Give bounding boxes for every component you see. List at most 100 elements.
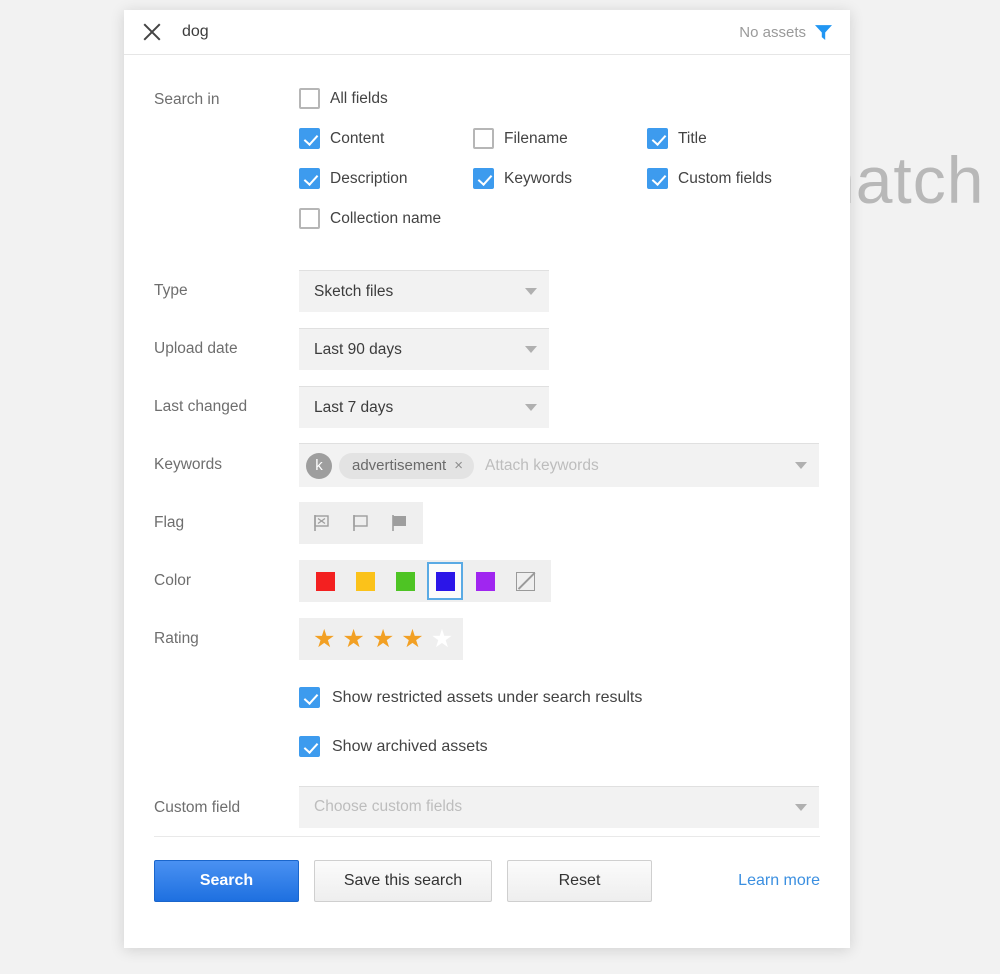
color-swatch-purple[interactable] bbox=[467, 562, 503, 600]
advanced-search-dialog: dog No assets Search in All fields Conte… bbox=[124, 10, 850, 948]
flag-flagged-icon[interactable] bbox=[383, 506, 417, 540]
keyword-chip-remove-icon[interactable]: × bbox=[454, 457, 463, 474]
flag-rejected-icon-svg bbox=[314, 515, 329, 531]
color-swatch-purple-chip bbox=[475, 571, 495, 591]
checkbox-filename[interactable]: Filename bbox=[473, 128, 647, 149]
checkbox-description[interactable]: Description bbox=[299, 168, 473, 189]
rating-stars: ★ ★ ★ ★ ★ bbox=[299, 618, 463, 660]
filter-fields-section: Type Sketch files Upload date Last 90 da… bbox=[154, 265, 820, 665]
options-toggle-section: Show restricted assets under search resu… bbox=[154, 687, 820, 757]
chevron-down-icon bbox=[525, 346, 537, 353]
checkbox-title[interactable]: Title bbox=[647, 128, 820, 149]
checkbox-custom-fields[interactable]: Custom fields bbox=[647, 168, 820, 189]
last-changed-label: Last changed bbox=[154, 398, 248, 415]
checkbox-collection-name-label: Collection name bbox=[330, 209, 442, 227]
checkbox-custom-fields-label: Custom fields bbox=[678, 169, 772, 187]
checkbox-show-restricted-assets-box[interactable] bbox=[299, 687, 320, 708]
keyword-chip[interactable]: advertisement × bbox=[339, 452, 474, 479]
close-icon[interactable] bbox=[141, 21, 163, 43]
color-swatch-green-chip bbox=[395, 571, 415, 591]
keywords-select[interactable]: k advertisement × Attach keywords bbox=[299, 443, 819, 487]
custom-field-placeholder: Choose custom fields bbox=[314, 798, 463, 815]
assets-status-text: No assets bbox=[739, 23, 806, 41]
upload-date-select-value: Last 90 days bbox=[314, 340, 402, 358]
reset-button[interactable]: Reset bbox=[507, 860, 652, 902]
checkbox-content-box[interactable] bbox=[299, 128, 320, 149]
checkbox-keywords-box[interactable] bbox=[473, 168, 494, 189]
checkbox-description-label: Description bbox=[330, 169, 408, 187]
flag-label: Flag bbox=[154, 514, 185, 531]
color-swatch-green[interactable] bbox=[387, 562, 423, 600]
last-changed-select-value: Last 7 days bbox=[314, 398, 394, 416]
keywords-placeholder: Attach keywords bbox=[484, 456, 599, 474]
color-swatch-none[interactable] bbox=[507, 562, 543, 600]
keyword-chip-label: advertisement bbox=[352, 457, 447, 474]
funnel-icon-svg bbox=[815, 24, 832, 40]
checkbox-all-fields[interactable]: All fields bbox=[299, 88, 473, 109]
chevron-down-icon bbox=[795, 803, 807, 811]
checkbox-all-fields-box[interactable] bbox=[299, 88, 320, 109]
type-select[interactable]: Sketch files bbox=[299, 270, 549, 312]
checkbox-filename-box[interactable] bbox=[473, 128, 494, 149]
last-changed-row: Last changed Last 7 days bbox=[154, 381, 820, 433]
type-label: Type bbox=[154, 282, 188, 299]
learn-more-link[interactable]: Learn more bbox=[738, 872, 820, 890]
star-icon-3[interactable]: ★ bbox=[372, 626, 394, 652]
custom-field-label: Custom field bbox=[154, 799, 241, 816]
save-this-search-button[interactable]: Save this search bbox=[314, 860, 492, 902]
keywords-label: Keywords bbox=[154, 456, 223, 473]
flag-unflagged-icon[interactable] bbox=[344, 506, 378, 540]
checkbox-content-label: Content bbox=[330, 129, 385, 147]
chevron-down-icon bbox=[795, 462, 807, 469]
color-label: Color bbox=[154, 572, 192, 589]
checkbox-show-archived-assets-box[interactable] bbox=[299, 736, 320, 757]
custom-field-select[interactable]: Choose custom fields bbox=[299, 785, 819, 828]
flag-flagged-icon-svg bbox=[392, 515, 406, 531]
chevron-down-icon bbox=[525, 288, 537, 295]
checkbox-collection-name-box[interactable] bbox=[299, 208, 320, 229]
search-in-fields: All fields Content Filename Title Descri… bbox=[299, 88, 820, 229]
checkbox-keywords[interactable]: Keywords bbox=[473, 168, 647, 189]
chevron-down-icon bbox=[525, 404, 537, 411]
type-select-value: Sketch files bbox=[314, 282, 394, 300]
checkbox-keywords-label: Keywords bbox=[504, 169, 573, 187]
rating-row: Rating ★ ★ ★ ★ ★ bbox=[154, 613, 820, 665]
upload-date-select[interactable]: Last 90 days bbox=[299, 328, 549, 370]
checkbox-title-label: Title bbox=[678, 129, 707, 147]
star-icon-1[interactable]: ★ bbox=[313, 626, 335, 652]
checkbox-collection-name[interactable]: Collection name bbox=[299, 208, 473, 229]
rating-label: Rating bbox=[154, 630, 199, 647]
search-button[interactable]: Search bbox=[154, 860, 299, 902]
header-right-group: No assets bbox=[739, 24, 832, 41]
flag-unflagged-icon-svg bbox=[353, 515, 368, 531]
star-icon-2[interactable]: ★ bbox=[342, 626, 364, 652]
search-query-text: dog bbox=[182, 23, 209, 40]
checkbox-show-restricted-assets[interactable]: Show restricted assets under search resu… bbox=[299, 687, 820, 708]
color-swatch-red-chip bbox=[315, 571, 335, 591]
no-color-icon bbox=[515, 571, 535, 591]
star-icon-5[interactable]: ★ bbox=[431, 626, 453, 652]
color-swatch-red[interactable] bbox=[307, 562, 343, 600]
upload-date-label: Upload date bbox=[154, 340, 238, 357]
checkbox-show-archived-assets[interactable]: Show archived assets bbox=[299, 736, 820, 757]
checkbox-filename-label: Filename bbox=[504, 129, 568, 147]
funnel-icon[interactable] bbox=[815, 24, 832, 41]
star-icon-4[interactable]: ★ bbox=[401, 626, 423, 652]
checkbox-title-box[interactable] bbox=[647, 128, 668, 149]
search-in-grid: Content Filename Title Description Keywo… bbox=[299, 128, 820, 229]
keyword-source-avatar: k bbox=[306, 452, 332, 479]
checkbox-show-restricted-assets-label: Show restricted assets under search resu… bbox=[332, 688, 643, 706]
checkbox-custom-fields-box[interactable] bbox=[647, 168, 668, 189]
custom-field-row: Custom field Choose custom fields bbox=[154, 785, 820, 837]
color-swatch-yellow-chip bbox=[355, 571, 375, 591]
color-swatch-blue-chip bbox=[435, 571, 455, 591]
checkbox-content[interactable]: Content bbox=[299, 128, 473, 149]
color-swatch-yellow[interactable] bbox=[347, 562, 383, 600]
color-row: Color bbox=[154, 555, 820, 607]
flag-rejected-icon[interactable] bbox=[305, 506, 339, 540]
checkbox-description-box[interactable] bbox=[299, 168, 320, 189]
flag-button-group bbox=[299, 502, 423, 544]
dialog-footer: Search Save this search Reset Learn more bbox=[124, 837, 850, 902]
color-swatch-blue[interactable] bbox=[427, 562, 463, 600]
last-changed-select[interactable]: Last 7 days bbox=[299, 386, 549, 428]
